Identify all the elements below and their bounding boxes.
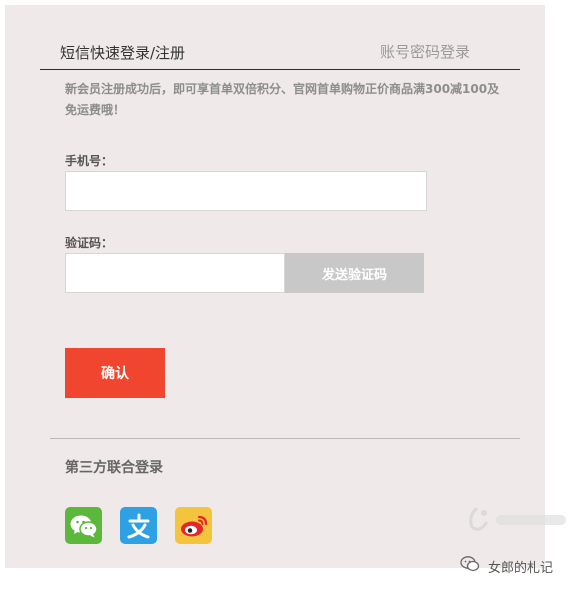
promo-text: 新会员注册成功后，即可享首单双倍积分、官网首单购物正价商品满300减100及免运… xyxy=(65,82,500,117)
section-divider xyxy=(50,438,520,439)
alipay-icon[interactable] xyxy=(120,507,157,544)
third-party-title: 第三方联合登录 xyxy=(65,460,163,476)
code-label: 验证码： xyxy=(65,236,114,250)
login-panel: 短信快速登录/注册 账号密码登录 新会员注册成功后，即可享首单双倍积分、官网首单… xyxy=(5,5,545,568)
phone-input[interactable] xyxy=(65,171,427,211)
send-code-button[interactable]: 发送验证码 xyxy=(285,253,424,293)
watermark-logo xyxy=(462,503,572,535)
weibo-icon[interactable] xyxy=(175,507,212,544)
tab-underline xyxy=(40,69,520,70)
phone-label: 手机号： xyxy=(65,154,114,168)
footer-account: 女郎的札记 xyxy=(460,555,553,577)
code-input[interactable] xyxy=(65,253,285,293)
wechat-icon[interactable] xyxy=(65,507,102,544)
tab-password-login[interactable]: 账号密码登录 xyxy=(380,41,470,62)
confirm-button[interactable]: 确认 xyxy=(65,348,165,398)
tab-sms-login[interactable]: 短信快速登录/注册 xyxy=(60,42,185,63)
account-name: 女郎的札记 xyxy=(488,560,554,576)
chat-bubble-icon xyxy=(460,555,480,577)
